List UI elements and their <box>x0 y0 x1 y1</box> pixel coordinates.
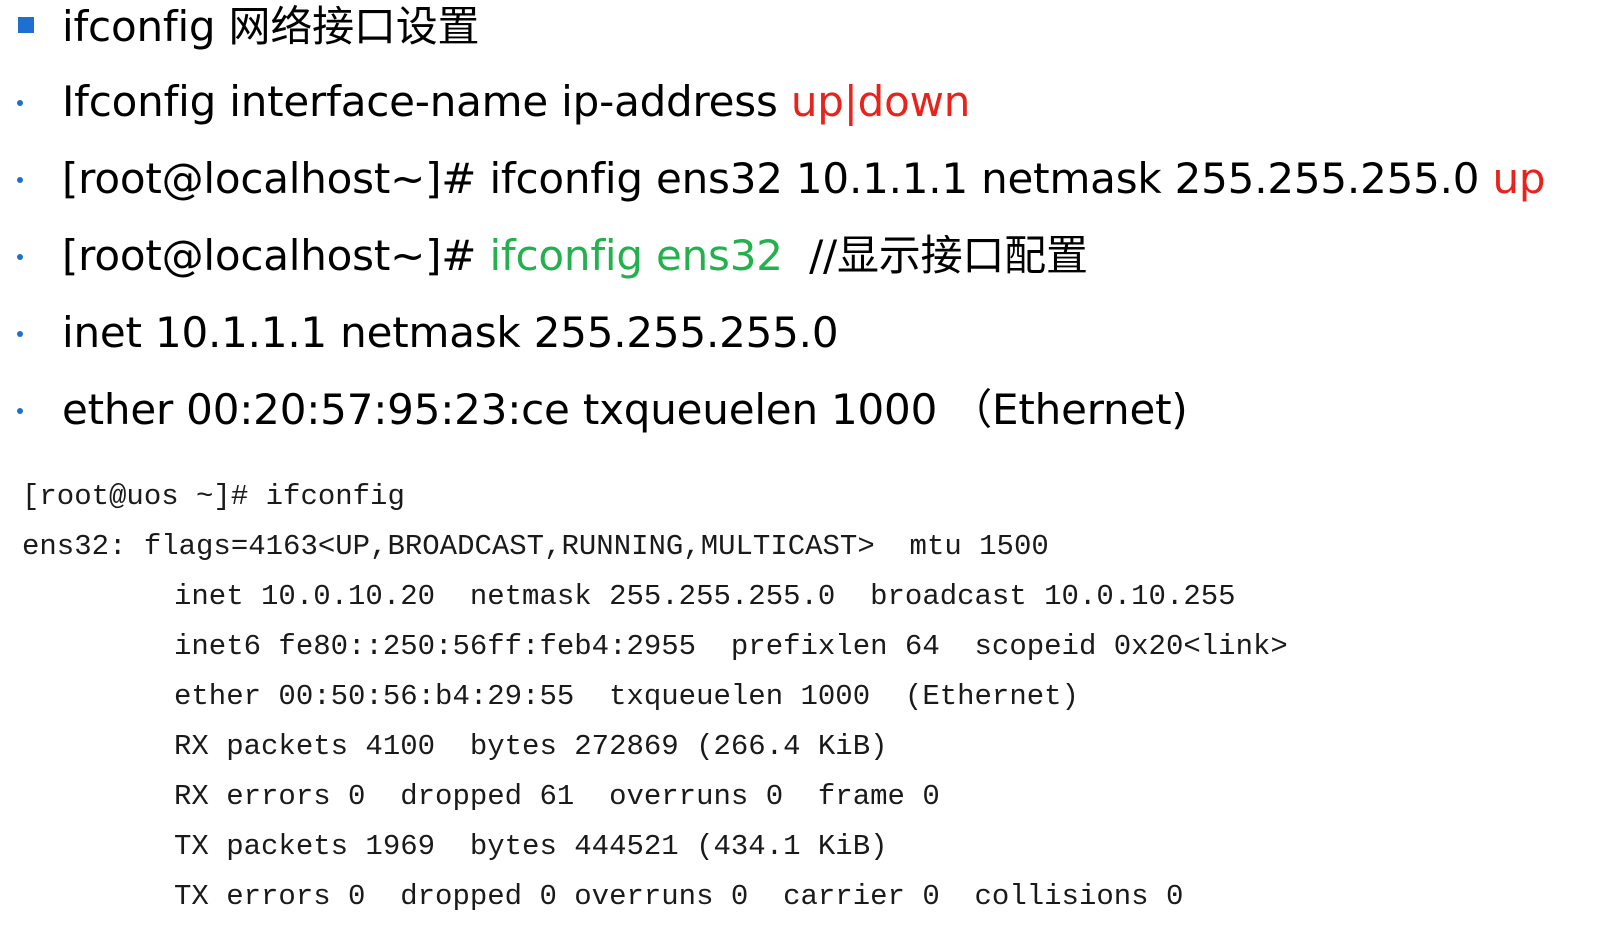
bullet-segment-comment: //显示接口配置 <box>782 231 1088 280</box>
bullet-segment: [root@localhost~]# <box>62 231 490 280</box>
bullet-segment-highlight: ifconfig ens32 <box>489 231 783 280</box>
bullet-item-title: ifconfig 网络接口设置 <box>0 0 1600 57</box>
square-bullet-icon <box>18 17 34 33</box>
terminal-line: RX packets 4100 bytes 272869 (266.4 KiB) <box>174 730 888 763</box>
bullet-text: [root@localhost~]# ifconfig ens32 //显示接口… <box>62 226 1088 286</box>
bullet-item-inet: inet 10.1.1.1 netmask 255.255.255.0 <box>0 303 1600 363</box>
bullet-segment: [root@localhost~]# ifconfig ens32 10.1.1… <box>62 154 1493 203</box>
bullet-text: ifconfig 网络接口设置 <box>62 0 480 57</box>
bullet-text: [root@localhost~]# ifconfig ens32 10.1.1… <box>62 149 1546 209</box>
dot-bullet-icon <box>17 408 23 414</box>
bullet-segment: ether 00:20:57:95:23:ce txqueuelen 1000 … <box>62 385 1188 434</box>
bullet-segment: inet 10.1.1.1 netmask 255.255.255.0 <box>62 308 839 357</box>
bullet-item-example-up: [root@localhost~]# ifconfig ens32 10.1.1… <box>0 149 1600 209</box>
bullet-text: Ifconfig interface-name ip-address up|do… <box>62 72 970 132</box>
bullet-item-ether: ether 00:20:57:95:23:ce txqueuelen 1000 … <box>0 380 1600 440</box>
bullet-text: ether 00:20:57:95:23:ce txqueuelen 1000 … <box>62 380 1188 440</box>
slide: ifconfig 网络接口设置 Ifconfig interface-name … <box>0 0 1600 945</box>
terminal-line: inet 10.0.10.20 netmask 255.255.255.0 br… <box>174 580 1236 613</box>
dot-bullet-icon <box>17 254 23 260</box>
bullet-segment-highlight: up|down <box>790 77 971 126</box>
dot-bullet-icon <box>17 331 23 337</box>
terminal-line: TX errors 0 dropped 0 overruns 0 carrier… <box>174 880 1184 913</box>
bullet-text: inet 10.1.1.1 netmask 255.255.255.0 <box>62 303 839 363</box>
dot-bullet-icon <box>17 177 23 183</box>
bullet-item-syntax: Ifconfig interface-name ip-address up|do… <box>0 72 1600 132</box>
terminal-line: TX packets 1969 bytes 444521 (434.1 KiB) <box>174 830 888 863</box>
bullet-segment-highlight: up <box>1492 154 1546 203</box>
terminal-line: RX errors 0 dropped 61 overruns 0 frame … <box>174 780 940 813</box>
terminal-line: inet6 fe80::250:56ff:feb4:2955 prefixlen… <box>174 630 1288 663</box>
terminal-line: ether 00:50:56:b4:29:55 txqueuelen 1000 … <box>174 680 1079 713</box>
dot-bullet-icon <box>17 100 23 106</box>
bullet-item-example-show: [root@localhost~]# ifconfig ens32 //显示接口… <box>0 226 1600 286</box>
terminal-line: ens32: flags=4163<UP,BROADCAST,RUNNING,M… <box>22 530 1049 563</box>
terminal-prompt-line: [root@uos ~]# ifconfig <box>22 480 405 513</box>
bullet-segment: ifconfig 网络接口设置 <box>62 2 480 51</box>
bullet-segment: Ifconfig interface-name ip-address <box>62 77 791 126</box>
terminal-output: [root@uos ~]# ifconfig ens32: flags=4163… <box>22 472 1582 932</box>
